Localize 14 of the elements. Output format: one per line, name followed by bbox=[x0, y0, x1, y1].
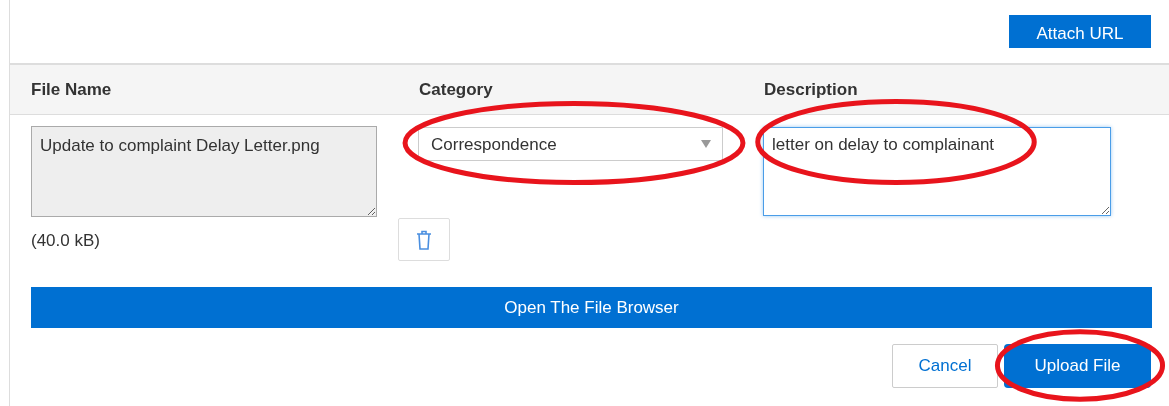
attach-url-button[interactable]: Attach URL bbox=[1009, 15, 1151, 48]
file-browser-button[interactable]: Open The File Browser bbox=[31, 287, 1152, 328]
cancel-button[interactable]: Cancel bbox=[892, 344, 998, 388]
file-name-field[interactable]: Update to complaint Delay Letter.png bbox=[31, 126, 377, 217]
upload-file-button[interactable]: Upload File bbox=[1004, 344, 1151, 388]
caret-icon bbox=[701, 140, 711, 148]
column-header: Category bbox=[419, 78, 493, 101]
description-field[interactable]: letter on delay to complainant bbox=[763, 127, 1111, 216]
category-select[interactable]: Correspondence bbox=[418, 127, 723, 161]
trash-icon bbox=[416, 230, 432, 251]
delete-button[interactable] bbox=[398, 218, 450, 261]
column-header: File Name bbox=[31, 78, 112, 101]
file-size: (40.0 kB) bbox=[31, 230, 100, 252]
column-header: Description bbox=[764, 78, 858, 101]
